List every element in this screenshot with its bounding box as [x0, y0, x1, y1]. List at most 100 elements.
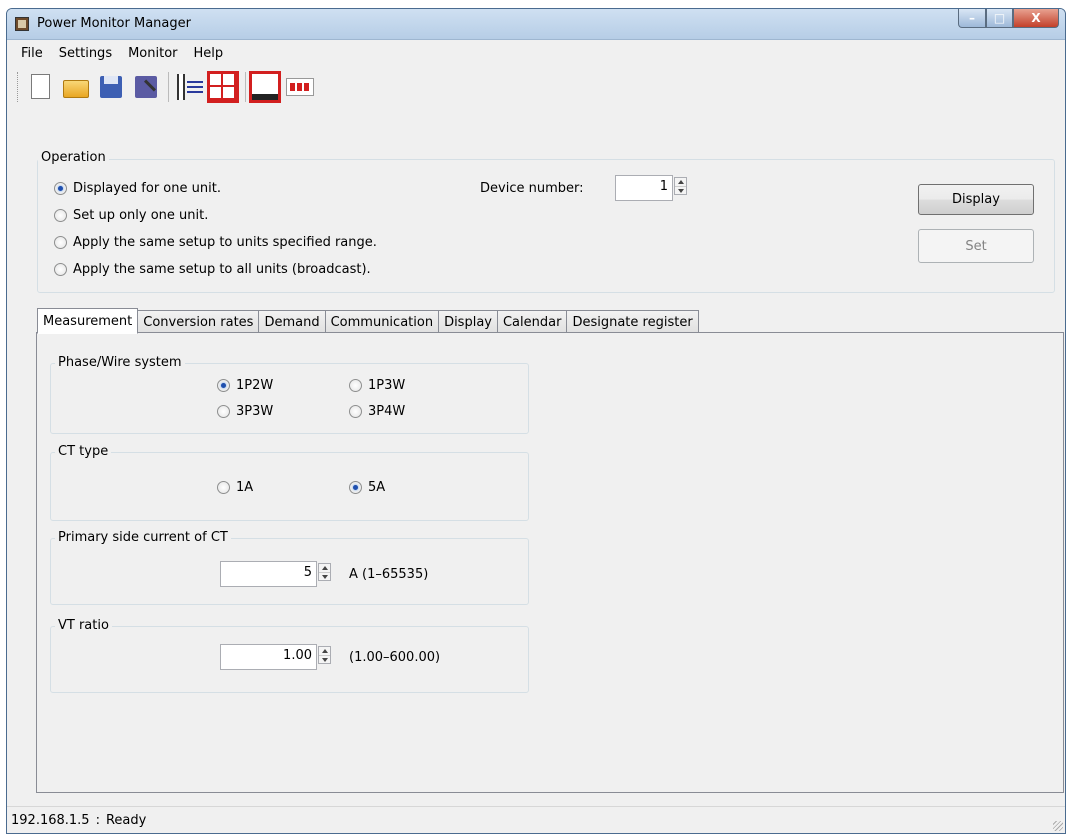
tab-designate-register[interactable]: Designate register: [566, 310, 699, 333]
spin-up-icon[interactable]: [675, 178, 686, 187]
radio-button[interactable]: [54, 263, 67, 276]
measurement-panel: Phase/Wire system 1P2W 1P3W 3P3W 3P4W CT…: [36, 332, 1064, 793]
radio-button[interactable]: [349, 379, 362, 392]
window-title: Power Monitor Manager: [37, 16, 191, 31]
status-state: Ready: [105, 812, 147, 828]
primary-current-group: Primary side current of CT 5 A (1–65535): [50, 530, 529, 605]
phase-option-label: 3P3W: [236, 404, 274, 419]
spin-up-icon[interactable]: [319, 647, 330, 656]
phase-option-1p3w[interactable]: 1P3W: [349, 378, 405, 393]
primary-current-range: A (1–65535): [349, 567, 429, 582]
vt-ratio-group: VT ratio 1.00 (1.00–600.00): [50, 618, 529, 693]
minimize-icon: –: [969, 11, 975, 25]
tab-display[interactable]: Display: [438, 310, 498, 333]
tab-conversion-rates[interactable]: Conversion rates: [137, 310, 260, 333]
ct-option-label: 1A: [236, 480, 254, 495]
new-file-icon[interactable]: [25, 71, 57, 103]
vt-ratio-title: VT ratio: [55, 618, 112, 633]
maximize-icon: □: [993, 11, 1006, 25]
operation-option-range[interactable]: Apply the same setup to units specified …: [54, 235, 377, 250]
spin-arrows: [674, 177, 687, 195]
radio-button[interactable]: [54, 236, 67, 249]
window-controls: – □ X: [958, 9, 1059, 29]
radio-button[interactable]: [349, 481, 362, 494]
primary-current-title: Primary side current of CT: [55, 530, 231, 545]
menu-help[interactable]: Help: [186, 46, 232, 61]
device-number-label: Device number:: [480, 181, 584, 196]
device-number-input[interactable]: 1: [615, 175, 673, 201]
settings-tabs: Measurement Conversion rates Demand Comm…: [37, 308, 699, 334]
operation-option-label: Apply the same setup to all units (broad…: [73, 262, 371, 277]
app-window: Power Monitor Manager – □ X File Setting…: [6, 8, 1066, 834]
operation-option-broadcast[interactable]: Apply the same setup to all units (broad…: [54, 262, 371, 277]
status-separator: :: [95, 812, 100, 828]
menu-bar: File Settings Monitor Help: [7, 40, 1065, 66]
toolbar-separator: [245, 72, 246, 102]
ct-type-title: CT type: [55, 444, 112, 459]
close-button[interactable]: X: [1013, 9, 1059, 28]
maximize-button[interactable]: □: [986, 9, 1013, 28]
display-button[interactable]: Display: [918, 184, 1034, 215]
primary-current-input[interactable]: 5: [220, 561, 317, 587]
radio-button[interactable]: [217, 481, 230, 494]
save-icon[interactable]: [95, 71, 127, 103]
ct-option-1a[interactable]: 1A: [217, 480, 253, 495]
spin-down-icon[interactable]: [319, 656, 330, 664]
toolbar-grip[interactable]: [17, 72, 21, 102]
operation-option-label: Set up only one unit.: [73, 208, 209, 223]
phase-option-3p4w[interactable]: 3P4W: [349, 404, 405, 419]
title-bar[interactable]: Power Monitor Manager – □ X: [7, 9, 1065, 40]
resize-grip-icon[interactable]: [1053, 821, 1063, 831]
tab-communication[interactable]: Communication: [324, 310, 440, 333]
tab-calendar[interactable]: Calendar: [496, 310, 568, 333]
radio-button[interactable]: [54, 209, 67, 222]
vt-ratio-range: (1.00–600.00): [349, 650, 441, 665]
tab-measurement[interactable]: Measurement: [37, 308, 139, 334]
menu-settings[interactable]: Settings: [51, 46, 120, 61]
set-button[interactable]: Set: [918, 229, 1034, 263]
ct-option-label: 5A: [368, 480, 386, 495]
spin-arrows: [318, 646, 331, 664]
spin-arrows: [318, 563, 331, 581]
minimize-button[interactable]: –: [958, 9, 986, 28]
device-number-stepper[interactable]: 1: [615, 175, 687, 201]
radio-button[interactable]: [349, 405, 362, 418]
status-bar: 192.168.1.5 : Ready: [7, 806, 1065, 833]
operation-group-title: Operation: [38, 150, 109, 165]
single-panel-icon[interactable]: [249, 71, 281, 103]
device-list-icon[interactable]: [172, 71, 204, 103]
toolbar-separator: [168, 72, 169, 102]
phase-option-label: 1P2W: [236, 378, 274, 393]
spin-down-icon[interactable]: [319, 573, 330, 581]
phase-option-3p3w[interactable]: 3P3W: [217, 404, 273, 419]
ct-option-5a[interactable]: 5A: [349, 480, 385, 495]
status-ip: 192.168.1.5: [11, 812, 90, 828]
tab-demand[interactable]: Demand: [258, 310, 326, 333]
menu-monitor[interactable]: Monitor: [120, 46, 185, 61]
menu-file[interactable]: File: [13, 46, 51, 61]
operation-option-display-one[interactable]: Displayed for one unit.: [54, 181, 221, 196]
operation-option-label: Displayed for one unit.: [73, 181, 221, 196]
ct-type-group: CT type 1A 5A: [50, 444, 529, 521]
radio-button[interactable]: [217, 405, 230, 418]
app-icon: [15, 17, 29, 31]
phase-option-label: 1P3W: [368, 378, 406, 393]
radio-button[interactable]: [54, 182, 67, 195]
phase-option-label: 3P4W: [368, 404, 406, 419]
vt-ratio-input[interactable]: 1.00: [220, 644, 317, 670]
four-panel-icon[interactable]: [207, 71, 239, 103]
save-as-icon[interactable]: [130, 71, 162, 103]
operation-option-setup-one[interactable]: Set up only one unit.: [54, 208, 208, 223]
spin-down-icon[interactable]: [675, 187, 686, 195]
primary-current-stepper[interactable]: 5: [220, 561, 331, 587]
multi-unit-icon[interactable]: [284, 71, 316, 103]
phase-option-1p2w[interactable]: 1P2W: [217, 378, 273, 393]
operation-option-label: Apply the same setup to units specified …: [73, 235, 377, 250]
phase-wire-group: Phase/Wire system 1P2W 1P3W 3P3W 3P4W: [50, 355, 529, 434]
operation-group: Operation Displayed for one unit. Set up…: [37, 150, 1055, 293]
radio-button[interactable]: [217, 379, 230, 392]
phase-wire-title: Phase/Wire system: [55, 355, 185, 370]
spin-up-icon[interactable]: [319, 564, 330, 573]
open-folder-icon[interactable]: [60, 71, 92, 103]
vt-ratio-stepper[interactable]: 1.00: [220, 644, 331, 670]
